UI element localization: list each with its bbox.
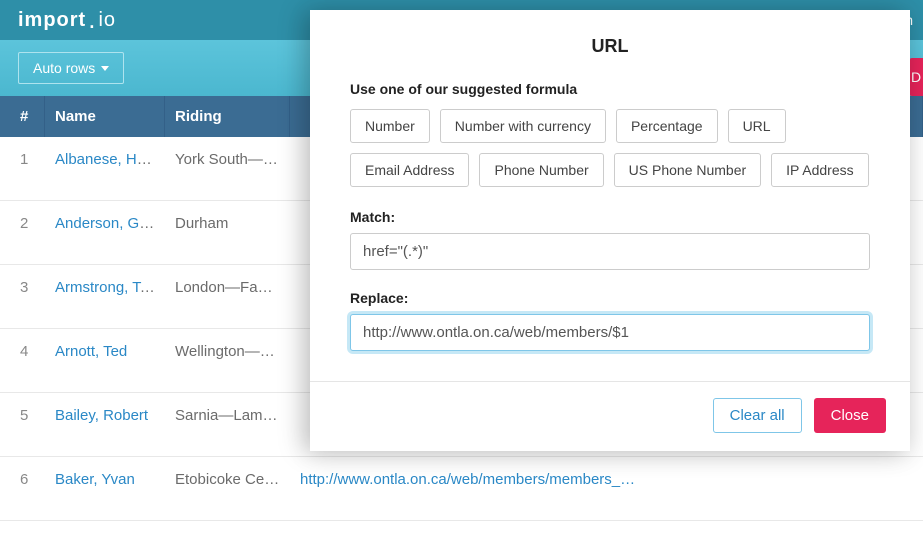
cell-name: Arnott, Ted — [45, 329, 165, 374]
logo: import.io — [18, 9, 116, 32]
col-header-riding[interactable]: Riding — [165, 96, 290, 137]
clear-all-button[interactable]: Clear all — [713, 398, 802, 433]
cell-name: Bailey, Robert — [45, 393, 165, 438]
formula-chip[interactable]: URL — [728, 109, 786, 143]
row-number: 4 — [0, 329, 45, 374]
cell-url: http://www.ontla.on.ca/web/members/membe… — [290, 457, 923, 502]
row-number: 1 — [0, 137, 45, 182]
col-header-number[interactable]: # — [0, 96, 45, 137]
replace-label: Replace: — [350, 290, 870, 306]
cell-name: Armstrong, Ter… — [45, 265, 165, 310]
logo-dot: . — [88, 4, 96, 34]
col-header-name[interactable]: Name — [45, 96, 165, 137]
cell-name: Anderson, Gra… — [45, 201, 165, 246]
row-number: 5 — [0, 393, 45, 438]
cell-riding: Etobicoke Cen… — [165, 457, 290, 502]
row-number: 2 — [0, 201, 45, 246]
suggested-formula-label: Use one of our suggested formula — [350, 81, 870, 97]
name-link[interactable]: Armstrong, Ter… — [55, 279, 165, 296]
auto-rows-label: Auto rows — [33, 60, 95, 76]
caret-down-icon — [101, 66, 109, 71]
formula-chip[interactable]: Email Address — [350, 153, 469, 187]
auto-rows-dropdown[interactable]: Auto rows — [18, 52, 124, 84]
replace-input[interactable] — [350, 314, 870, 351]
cell-name: Albanese, Hon … — [45, 137, 165, 182]
name-link[interactable]: Albanese, Hon … — [55, 151, 165, 168]
match-label: Match: — [350, 209, 870, 225]
cell-riding: York South—W… — [165, 137, 290, 182]
row-number: 3 — [0, 265, 45, 310]
formula-chip[interactable]: US Phone Number — [614, 153, 762, 187]
row-number: 6 — [0, 457, 45, 502]
cell-riding: Durham — [165, 201, 290, 246]
table-row: 6 Baker, Yvan Etobicoke Cen… http://www.ont… — [0, 457, 923, 521]
name-link[interactable]: Anderson, Gra… — [55, 215, 165, 232]
close-button[interactable]: Close — [814, 398, 886, 433]
name-link[interactable]: Arnott, Ted — [55, 343, 127, 360]
match-input[interactable] — [350, 233, 870, 270]
cell-riding: London—Fansh… — [165, 265, 290, 310]
formula-chip[interactable]: Number with currency — [440, 109, 606, 143]
url-link[interactable]: http://www.ontla.on.ca/web/members/membe… — [300, 471, 635, 488]
download-button-partial[interactable]: D — [909, 58, 923, 96]
cell-riding: Wellington—Ha… — [165, 329, 290, 374]
logo-text-io: io — [98, 9, 116, 31]
url-formula-modal: URL Use one of our suggested formula Num… — [310, 10, 910, 451]
cell-riding: Sarnia—Lambton — [165, 393, 290, 438]
modal-title: URL — [310, 10, 910, 81]
name-link[interactable]: Bailey, Robert — [55, 407, 148, 424]
cell-name: Baker, Yvan — [45, 457, 165, 502]
formula-chip[interactable]: Percentage — [616, 109, 718, 143]
formula-chip[interactable]: Number — [350, 109, 430, 143]
formula-chip-group: Number Number with currency Percentage URL E… — [350, 109, 870, 187]
logo-text-import: import — [18, 9, 86, 31]
modal-footer: Clear all Close — [310, 381, 910, 451]
name-link[interactable]: Baker, Yvan — [55, 471, 135, 488]
formula-chip[interactable]: Phone Number — [479, 153, 603, 187]
formula-chip[interactable]: IP Address — [771, 153, 868, 187]
